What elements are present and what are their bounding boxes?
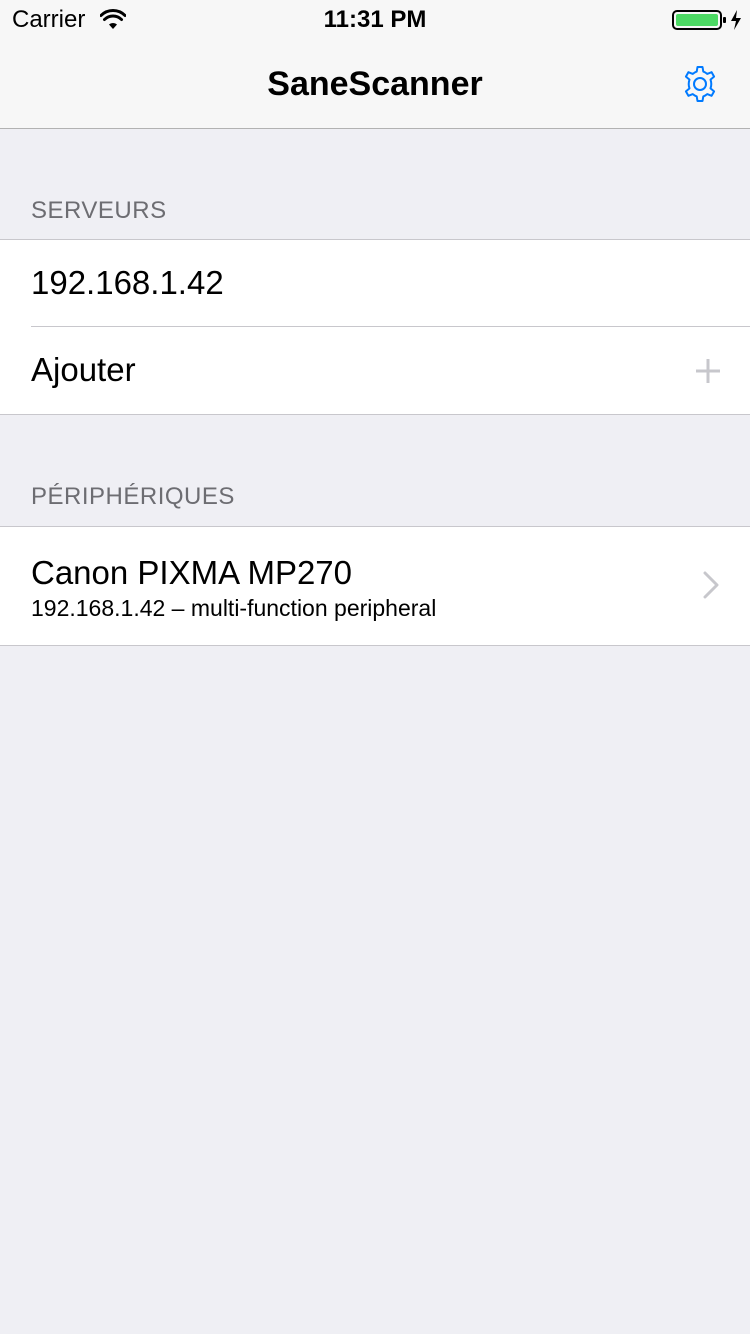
server-address: 192.168.1.42 [31, 264, 224, 301]
gear-icon [684, 66, 716, 102]
device-name: Canon PIXMA MP270 [31, 554, 353, 591]
servers-list: 192.168.1.42 Ajouter [0, 239, 750, 415]
settings-button[interactable] [676, 60, 724, 108]
status-bar: Carrier 11:31 PM [0, 0, 750, 40]
chevron-right-icon [703, 571, 719, 599]
add-server-label: Ajouter [31, 351, 136, 388]
server-row[interactable]: 192.168.1.42 [0, 240, 750, 327]
device-row[interactable]: Canon PIXMA MP270 192.168.1.42 – multi-f… [0, 527, 750, 645]
section-header-servers: SERVEURS [31, 197, 167, 224]
status-time: 11:31 PM [323, 6, 427, 33]
devices-list: Canon PIXMA MP270 192.168.1.42 – multi-f… [0, 526, 750, 646]
plus-icon[interactable] [694, 357, 722, 385]
device-details: 192.168.1.42 – multi-function peripheral [31, 595, 437, 621]
section-header-devices: PÉRIPHÉRIQUES [31, 483, 235, 510]
navigation-bar: SaneScanner [0, 40, 750, 129]
charging-icon [731, 10, 741, 30]
battery-icon [672, 10, 726, 30]
add-server-row[interactable]: Ajouter [0, 327, 750, 414]
page-title: SaneScanner [267, 65, 483, 103]
